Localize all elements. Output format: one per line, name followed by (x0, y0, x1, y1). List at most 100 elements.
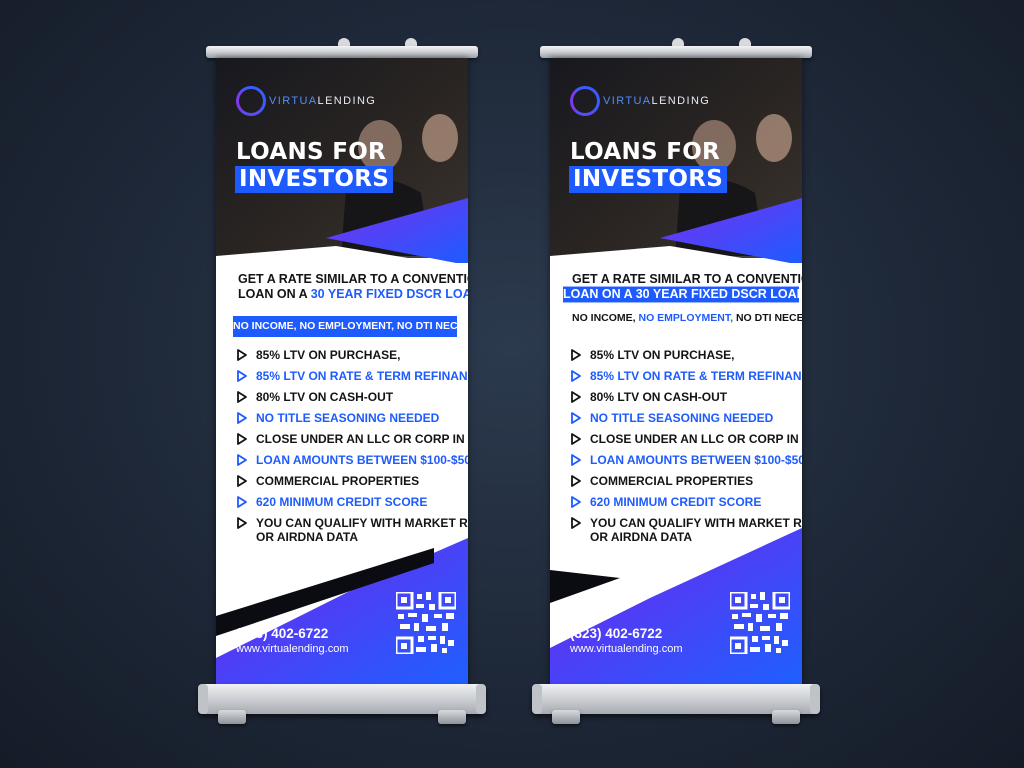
logo: VIRTUALENDING (236, 86, 376, 116)
logo-suffix: LENDING (651, 95, 711, 107)
feature-list: 85% LTV ON PURCHASE, 85% LTV ON RATE & TE… (237, 348, 468, 548)
play-triangle-icon (237, 349, 247, 361)
feature-item: NO TITLE SEASONING NEEDED (571, 411, 802, 432)
headline-line2: INVESTORS (235, 166, 394, 193)
headline-line2: INVESTORS (569, 166, 728, 193)
feature-item: 85% LTV ON PURCHASE, (237, 348, 468, 369)
feature-item: 620 MINIMUM CREDIT SCORE (237, 495, 468, 516)
play-triangle-icon (571, 370, 581, 382)
play-triangle-icon (571, 433, 581, 445)
play-triangle-icon (571, 349, 581, 361)
feature-text: 85% LTV ON RATE & TERM REFINANCES, (590, 369, 802, 383)
rate-prefix: LOAN ON A (563, 286, 633, 302)
feature-text-line2: OR AIRDNA DATA (256, 530, 358, 544)
base-foot (552, 710, 580, 724)
rate-line2-boxed: LOAN ON A 30 YEAR FIXED DSCR LOAN (563, 286, 802, 303)
phone-number: (323) 402-6722 (236, 626, 329, 641)
play-triangle-icon (237, 454, 247, 466)
base-foot (772, 710, 800, 724)
rollup-banner-left: VIRTUALENDING LOANS FOR INVESTORS GET A … (198, 38, 486, 726)
play-triangle-icon (237, 370, 247, 382)
top-bar (206, 46, 478, 58)
rate-line2: LOAN ON A 30 YEAR FIXED DSCR LOAN (238, 287, 468, 303)
contact-block: (323) 402-6722 www.virtualending.com (236, 626, 349, 656)
play-triangle-icon (237, 433, 247, 445)
feature-text-line1: YOU CAN QUALIFY WITH MARKET RENT (256, 516, 468, 530)
feature-text-line1: YOU CAN QUALIFY WITH MARKET RENT (590, 516, 802, 530)
feature-text: 85% LTV ON PURCHASE, (590, 348, 735, 362)
feature-item: 85% LTV ON PURCHASE, (571, 348, 802, 369)
feature-text: YOU CAN QUALIFY WITH MARKET RENTOR AIRDN… (590, 516, 802, 544)
logo-prefix: VIRTUA (269, 95, 318, 107)
feature-text: 80% LTV ON CASH-OUT (256, 390, 394, 404)
feature-text: 85% LTV ON RATE & TERM REFINANCES, (256, 369, 468, 383)
feature-text: 80% LTV ON CASH-OUT (590, 390, 728, 404)
play-triangle-icon (571, 412, 581, 424)
feature-item: LOAN AMOUNTS BETWEEN $100-$50M (571, 453, 802, 474)
feature-item: LOAN AMOUNTS BETWEEN $100-$50M (237, 453, 468, 474)
no-dti-box: NO INCOME, NO EMPLOYMENT, NO DTI NECESSA… (233, 316, 468, 337)
feature-item: NO TITLE SEASONING NEEDED (237, 411, 468, 432)
feature-item: CLOSE UNDER AN LLC OR CORP IN 15 DAYS (571, 432, 802, 453)
feature-text: YOU CAN QUALIFY WITH MARKET RENTOR AIRDN… (256, 516, 468, 544)
phone-number: (323) 402-6722 (570, 626, 663, 641)
feature-item: 80% LTV ON CASH-OUT (571, 390, 802, 411)
qr-code-icon (396, 592, 456, 654)
logo-ring-icon (236, 86, 266, 116)
feature-text: LOAN AMOUNTS BETWEEN $100-$50M (590, 453, 802, 467)
play-triangle-icon (571, 391, 581, 403)
feature-text: COMMERCIAL PROPERTIES (590, 474, 754, 488)
feature-text-line2: OR AIRDNA DATA (590, 530, 692, 544)
website-url: www.virtualending.com (570, 643, 683, 655)
feature-item: 80% LTV ON CASH-OUT (237, 390, 468, 411)
feature-item: 85% LTV ON RATE & TERM REFINANCES, (237, 369, 468, 390)
person-face (756, 114, 792, 162)
feature-text: COMMERCIAL PROPERTIES (256, 474, 420, 488)
feature-text: 620 MINIMUM CREDIT SCORE (590, 495, 762, 509)
play-triangle-icon (237, 475, 247, 487)
feature-item: YOU CAN QUALIFY WITH MARKET RENTOR AIRDN… (571, 516, 802, 548)
no-dti-line: NO INCOME, NO EMPLOYMENT, NO DTI NECESSA… (572, 311, 802, 326)
feature-item: 620 MINIMUM CREDIT SCORE (571, 495, 802, 516)
play-triangle-icon (571, 454, 581, 466)
banner: VIRTUALENDING LOANS FOR INVESTORS GET A … (550, 58, 802, 686)
no-dti-highlight: NO EMPLOYMENT, (638, 312, 734, 324)
feature-text: CLOSE UNDER AN LLC OR CORP IN 15 DAYS (590, 432, 802, 446)
no-dti-after: NO DTI NECESSARY. (735, 312, 802, 324)
logo-suffix: LENDING (317, 95, 377, 107)
rate-line1: GET A RATE SIMILAR TO A CONVENTIONAL (238, 271, 468, 287)
feature-item: YOU CAN QUALIFY WITH MARKET RENTOR AIRDN… (237, 516, 468, 548)
feature-item: COMMERCIAL PROPERTIES (571, 474, 802, 495)
rate-highlight: 30 YEAR FIXED DSCR LOAN (310, 286, 468, 302)
feature-item: CLOSE UNDER AN LLC OR CORP IN 15 DAYS (237, 432, 468, 453)
top-bar (540, 46, 812, 58)
feature-text: 85% LTV ON PURCHASE, (256, 348, 401, 362)
play-triangle-icon (237, 496, 247, 508)
feature-text: LOAN AMOUNTS BETWEEN $100-$50M (256, 453, 468, 467)
logo-prefix: VIRTUA (603, 95, 652, 107)
feature-text: 620 MINIMUM CREDIT SCORE (256, 495, 428, 509)
logo: VIRTUALENDING (570, 86, 710, 116)
rate-line1: GET A RATE SIMILAR TO A CONVENTIONAL (572, 271, 802, 287)
rate-prefix: LOAN ON A (238, 286, 308, 302)
banner: VIRTUALENDING LOANS FOR INVESTORS GET A … (216, 58, 468, 686)
logo-text: VIRTUALENDING (269, 95, 376, 107)
play-triangle-icon (571, 475, 581, 487)
logo-ring-icon (570, 86, 600, 116)
play-triangle-icon (237, 517, 247, 529)
feature-item: COMMERCIAL PROPERTIES (237, 474, 468, 495)
qr-code-icon (730, 592, 790, 654)
play-triangle-icon (571, 496, 581, 508)
headline-line1: LOANS FOR (570, 139, 721, 165)
website-url: www.virtualending.com (236, 643, 349, 655)
feature-list: 85% LTV ON PURCHASE, 85% LTV ON RATE & TE… (571, 348, 802, 548)
logo-text: VIRTUALENDING (603, 95, 710, 107)
footer-black-stripe (550, 570, 620, 603)
base-foot (218, 710, 246, 724)
no-dti-before: NO INCOME, (572, 312, 636, 324)
feature-text: NO TITLE SEASONING NEEDED (256, 411, 440, 425)
headline-line1: LOANS FOR (236, 139, 387, 165)
feature-text: NO TITLE SEASONING NEEDED (590, 411, 774, 425)
play-triangle-icon (237, 412, 247, 424)
feature-text: CLOSE UNDER AN LLC OR CORP IN 15 DAYS (256, 432, 468, 446)
